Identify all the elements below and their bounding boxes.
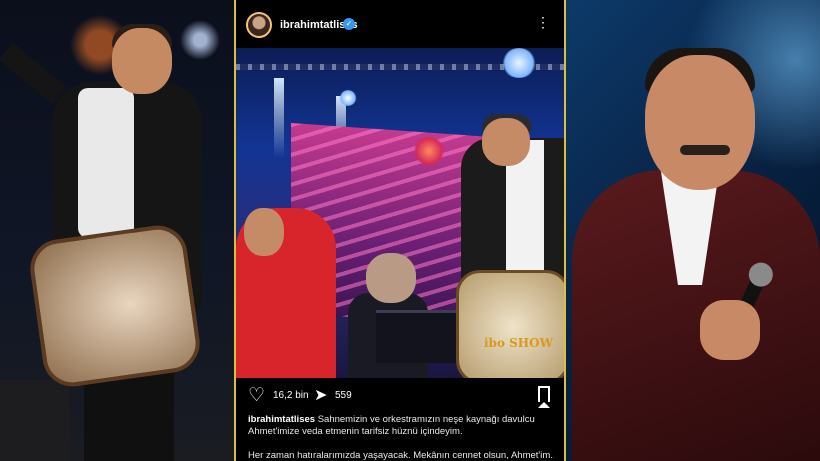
- spotlight: [339, 90, 357, 106]
- send-icon[interactable]: ➤: [314, 386, 327, 406]
- like-count: 16,2 bin: [273, 390, 309, 401]
- light-beam: [274, 78, 284, 158]
- heart-icon[interactable]: ♡: [248, 386, 268, 406]
- share-count: 559: [335, 390, 352, 401]
- show-drum: [456, 270, 564, 378]
- stage-speaker: [0, 380, 70, 461]
- post-actions: ♡ 16,2 bin ➤ 559: [236, 378, 564, 414]
- left-photo: [0, 0, 234, 461]
- post-image[interactable]: ibo SHOW: [236, 48, 564, 378]
- bookmark-icon[interactable]: [538, 386, 550, 408]
- drum-logo-text: ibo SHOW: [484, 336, 554, 350]
- performer-head: [112, 28, 172, 94]
- caption-username[interactable]: ibrahimtatlises: [248, 414, 315, 425]
- singer-head: [244, 208, 284, 256]
- post-header: ibrahimtatlises ✓ ⋮: [236, 0, 564, 48]
- singer-mustache: [680, 145, 730, 155]
- verified-icon: ✓: [343, 18, 355, 30]
- singer-head: [645, 55, 755, 190]
- post-caption: ibrahimtatlises Sahnemizin ve orkestramı…: [248, 414, 554, 438]
- davul-drum: [26, 221, 204, 391]
- spotlight: [501, 48, 537, 78]
- performer-shirt: [78, 88, 134, 238]
- drummer-head: [482, 118, 530, 166]
- raised-arm: [0, 42, 67, 105]
- caption-line-2: Her zaman hatıralarımızda yaşayacak. Mek…: [248, 450, 554, 461]
- musician-head: [366, 253, 416, 303]
- more-options-icon[interactable]: ⋮: [536, 14, 550, 31]
- keyboard-stand: [376, 310, 466, 363]
- singer-hand: [700, 300, 760, 360]
- avatar[interactable]: [246, 12, 272, 38]
- instagram-post: ibrahimtatlises ✓ ⋮ ibo SHOW ♡ 16,2 bin …: [234, 0, 566, 461]
- stage-light: [414, 136, 444, 166]
